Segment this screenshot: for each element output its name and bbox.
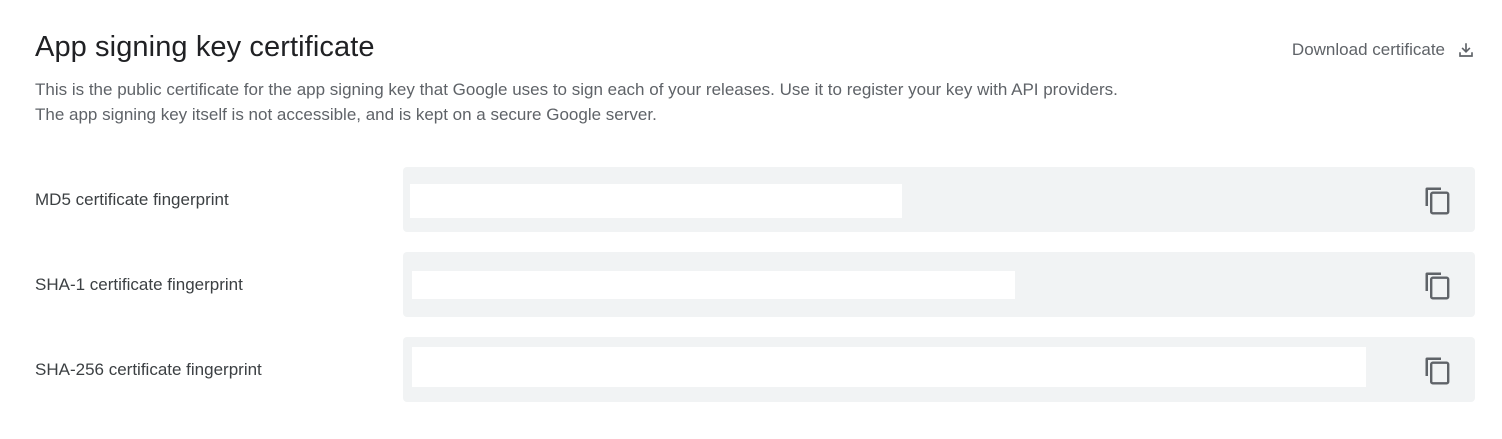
sha256-fingerprint-label: SHA-256 certificate fingerprint <box>35 359 262 379</box>
sha1-fingerprint-label: SHA-1 certificate fingerprint <box>35 274 243 294</box>
download-certificate-button[interactable]: Download certificate <box>1292 38 1475 62</box>
sha256-copy-button[interactable] <box>1421 354 1453 386</box>
md5-fingerprint-field <box>403 167 1475 232</box>
sha1-fingerprint-field <box>403 252 1475 317</box>
md5-fingerprint-row: MD5 certificate fingerprint <box>0 167 1502 232</box>
md5-copy-button[interactable] <box>1421 184 1453 216</box>
sha1-fingerprint-value[interactable] <box>412 271 1015 299</box>
sha1-copy-button[interactable] <box>1421 269 1453 301</box>
copy-icon <box>1425 272 1450 300</box>
copy-icon <box>1425 357 1450 385</box>
download-icon <box>1457 41 1475 59</box>
md5-fingerprint-value[interactable] <box>410 184 902 218</box>
page-title: App signing key certificate <box>35 31 375 63</box>
page-description: This is the public certificate for the a… <box>35 80 1118 124</box>
sha256-fingerprint-value[interactable] <box>412 347 1366 387</box>
sha1-fingerprint-row: SHA-1 certificate fingerprint <box>0 252 1502 317</box>
sha256-fingerprint-row: SHA-256 certificate fingerprint <box>0 337 1502 402</box>
md5-fingerprint-label: MD5 certificate fingerprint <box>35 189 229 209</box>
sha256-fingerprint-field <box>403 337 1475 402</box>
copy-icon <box>1425 187 1450 215</box>
download-certificate-label: Download certificate <box>1291 40 1445 59</box>
